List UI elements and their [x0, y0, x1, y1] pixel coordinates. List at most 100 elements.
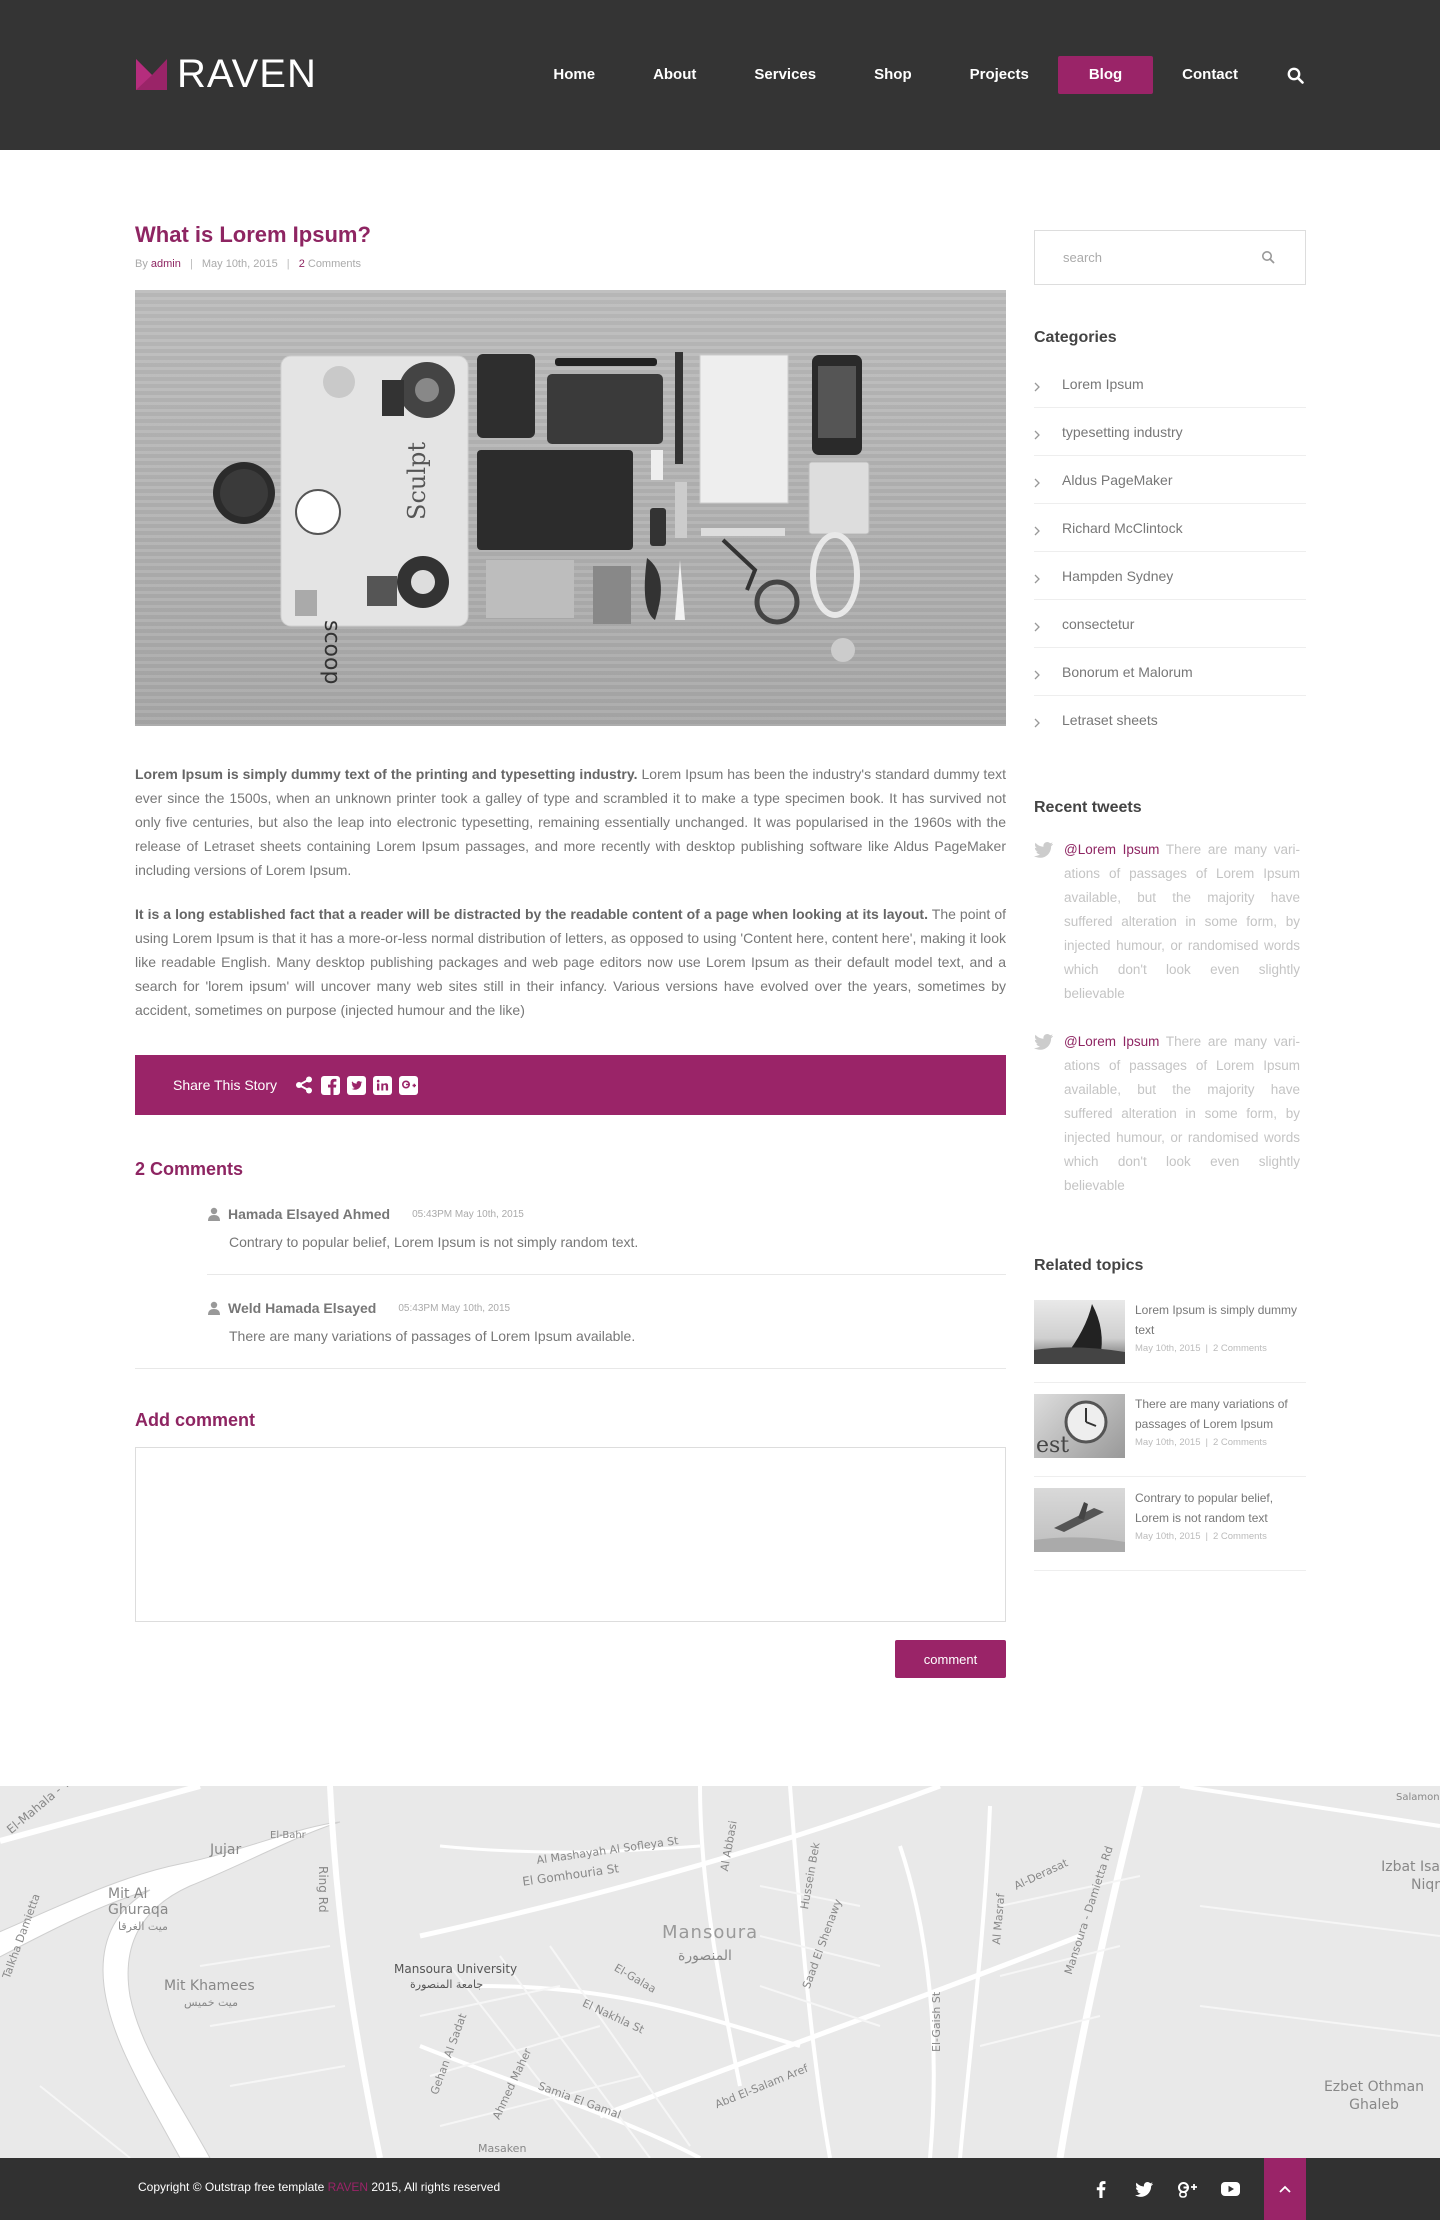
- logo[interactable]: RAVEN: [136, 52, 317, 96]
- comment-time: 05:43PM May 10th, 2015: [412, 1208, 524, 1220]
- related-comments[interactable]: 2 Comments: [1213, 1343, 1267, 1354]
- map-label: Mit Al Ghuraqa: [108, 1886, 169, 1918]
- nav-projects[interactable]: Projects: [941, 56, 1058, 94]
- related-thumbnail[interactable]: [1034, 1300, 1125, 1364]
- related-thumbnail[interactable]: est: [1034, 1394, 1125, 1458]
- search-icon[interactable]: [1283, 63, 1307, 87]
- back-to-top-button[interactable]: [1264, 2158, 1306, 2220]
- map-label: Salamon: [1396, 1792, 1440, 1803]
- comment-author: Weld Hamada Elsayed: [228, 1300, 377, 1316]
- twitter-icon[interactable]: [1133, 2178, 1155, 2200]
- comment-textarea[interactable]: [135, 1447, 1006, 1622]
- meta-by: By: [135, 258, 148, 270]
- meta-author-link[interactable]: admin: [151, 258, 181, 270]
- blog-post: What is Lorem Ipsum? By admin | May 10th…: [135, 220, 1006, 1678]
- meta-comments-link[interactable]: Comments: [308, 258, 361, 270]
- tweet-handle-link[interactable]: @Lorem Ipsum: [1064, 842, 1159, 857]
- facebook-icon[interactable]: [1090, 2178, 1112, 2200]
- meta-comment-count[interactable]: 2: [299, 258, 305, 270]
- tweet-item: @Lorem Ipsum There are many vari-ations …: [1034, 1030, 1306, 1198]
- location-map[interactable]: El-Mahala - Talkha Jujar El-Bahr Mit Al …: [0, 1786, 1440, 2158]
- related-topic-item[interactable]: Contrary to popular belief, Lorem is not…: [1034, 1477, 1306, 1571]
- svg-text:scoop: scoop: [319, 620, 344, 684]
- facebook-icon[interactable]: [319, 1074, 341, 1096]
- category-item[interactable]: Hampden Sydney: [1034, 552, 1306, 600]
- comment-submit-button[interactable]: comment: [895, 1640, 1006, 1678]
- categories-title: Categories: [1034, 329, 1117, 346]
- search-input[interactable]: [1035, 231, 1235, 284]
- related-topic-item[interactable]: Lorem Ipsum is simply dummy text May 10t…: [1034, 1289, 1306, 1383]
- category-item[interactable]: consectetur: [1034, 600, 1306, 648]
- share-icon: [293, 1074, 315, 1096]
- logo-mark-icon: [136, 58, 167, 90]
- map-label: Mansoura University: [394, 1962, 518, 1976]
- category-item[interactable]: Letraset sheets: [1034, 696, 1306, 744]
- category-label: typesetting industry: [1062, 423, 1183, 440]
- related-topics-list: Lorem Ipsum is simply dummy text May 10t…: [1034, 1289, 1306, 1571]
- nav-about[interactable]: About: [624, 56, 725, 94]
- linkedin-icon[interactable]: [371, 1074, 393, 1096]
- category-item[interactable]: Richard McClintock: [1034, 504, 1306, 552]
- user-icon: [207, 1301, 221, 1315]
- tweet-handle-link[interactable]: @Lorem Ipsum: [1064, 1034, 1159, 1049]
- twitter-bird-icon: [1034, 1034, 1054, 1050]
- para1-body: Lorem Ipsum has been the industry's stan…: [135, 766, 1006, 878]
- related-topic-item[interactable]: est There are many variations of passage…: [1034, 1383, 1306, 1477]
- chevron-right-icon: [1034, 571, 1042, 583]
- search-icon[interactable]: [1261, 250, 1277, 266]
- recent-tweets-title: Recent tweets: [1034, 799, 1142, 816]
- copyright-text: Copyright © Outstrap free template RAVEN…: [138, 2180, 500, 2194]
- category-item[interactable]: Bonorum et Malorum: [1034, 648, 1306, 696]
- related-topics-title: Related topics: [1034, 1257, 1144, 1274]
- share-bar: Share This Story: [135, 1055, 1006, 1115]
- google-plus-icon[interactable]: [1176, 2178, 1198, 2200]
- category-label: Richard McClintock: [1062, 519, 1183, 536]
- map-label: Jujar: [210, 1842, 242, 1858]
- category-label: Bonorum et Malorum: [1062, 663, 1193, 680]
- related-comments[interactable]: 2 Comments: [1213, 1531, 1267, 1542]
- nav-shop[interactable]: Shop: [845, 56, 941, 94]
- related-comments[interactable]: 2 Comments: [1213, 1437, 1267, 1448]
- post-title[interactable]: What is Lorem Ipsum?: [135, 220, 1006, 250]
- copyright-suffix: 2015, All rights reserved: [368, 2180, 501, 2194]
- comment-time: 05:43PM May 10th, 2015: [398, 1302, 511, 1314]
- chevron-right-icon: [1034, 523, 1042, 535]
- nav-services[interactable]: Services: [725, 56, 845, 94]
- related-topic-title[interactable]: There are many variations of passages of…: [1135, 1394, 1306, 1434]
- twitter-icon[interactable]: [345, 1074, 367, 1096]
- category-label: Hampden Sydney: [1062, 567, 1174, 584]
- svg-text:est: est: [1036, 1433, 1069, 1458]
- meta-separator: |: [189, 258, 193, 270]
- map-label: El-Gaish St: [930, 1991, 943, 2052]
- share-label: Share This Story: [173, 1077, 278, 1093]
- category-label: Aldus PageMaker: [1062, 471, 1173, 488]
- category-item[interactable]: typesetting industry: [1034, 408, 1306, 456]
- related-topic-title[interactable]: Lorem Ipsum is simply dummy text: [1135, 1300, 1306, 1340]
- comment-item: Weld Hamada Elsayed 05:43PM May 10th, 20…: [135, 1275, 1006, 1369]
- map-label: Mansoura: [662, 1922, 759, 1943]
- chevron-up-icon: [1279, 2180, 1291, 2198]
- category-item[interactable]: Aldus PageMaker: [1034, 456, 1306, 504]
- post-paragraph-1: Lorem Ipsum is simply dummy text of the …: [135, 762, 1006, 882]
- sidebar: Categories Lorem Ipsum typesetting indus…: [1034, 230, 1306, 1571]
- nav-blog[interactable]: Blog: [1057, 56, 1154, 94]
- nav-contact[interactable]: Contact: [1153, 56, 1267, 94]
- category-item[interactable]: Lorem Ipsum: [1034, 360, 1306, 408]
- related-topic-title[interactable]: Contrary to popular belief, Lorem is not…: [1135, 1488, 1306, 1528]
- google-plus-icon[interactable]: [397, 1074, 419, 1096]
- related-date: May 10th, 2015: [1135, 1531, 1201, 1542]
- tweet-text: @Lorem Ipsum There are many vari-ations …: [1064, 838, 1300, 1006]
- related-topic-meta: May 10th, 2015 | 2 Comments: [1135, 1531, 1267, 1542]
- nav-home[interactable]: Home: [524, 56, 624, 94]
- comment-item: Hamada Elsayed Ahmed 05:43PM May 10th, 2…: [207, 1181, 1006, 1275]
- post-hero-image: Sculpt scoop: [135, 290, 1006, 726]
- map-label: Izbat Isa Niqr: [1381, 1859, 1440, 1893]
- map-label: Ring Rd: [316, 1866, 330, 1913]
- related-thumbnail[interactable]: [1034, 1488, 1125, 1552]
- copyright-brand-link[interactable]: RAVEN: [328, 2180, 368, 2194]
- categories-list: Lorem Ipsum typesetting industry Aldus P…: [1034, 360, 1306, 744]
- meta-date: May 10th, 2015: [201, 258, 278, 270]
- related-date: May 10th, 2015: [1135, 1343, 1201, 1354]
- comment-text: There are many variations of passages of…: [229, 1328, 636, 1344]
- youtube-icon[interactable]: [1219, 2178, 1241, 2200]
